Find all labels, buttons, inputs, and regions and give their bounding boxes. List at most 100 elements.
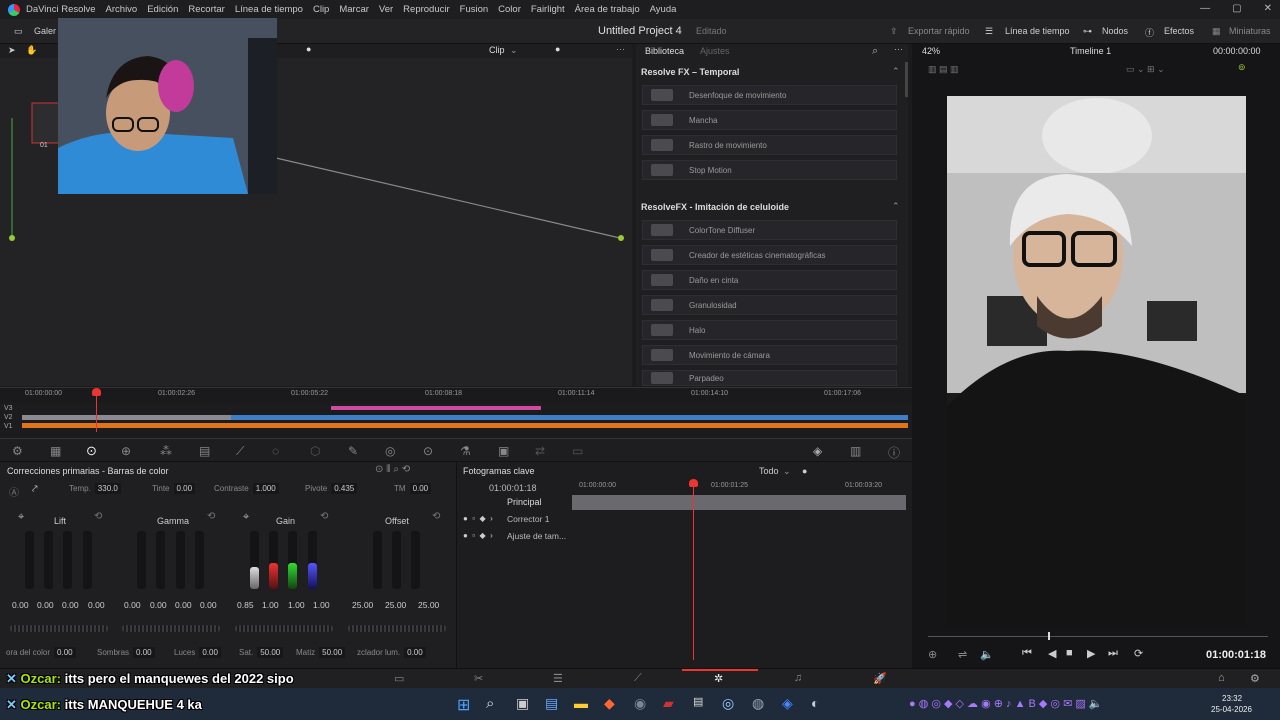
gain-g-value[interactable]: 1.00 xyxy=(288,600,305,610)
scrubber-playhead[interactable] xyxy=(1048,632,1050,640)
gain-y-value[interactable]: 0.85 xyxy=(237,600,254,610)
chevron-down-icon[interactable]: ⌄ xyxy=(783,466,791,477)
scrubber-track[interactable] xyxy=(928,636,1268,637)
app-icon[interactable]: ◈ xyxy=(782,695,793,712)
contrast-control[interactable]: Contraste 1.000 xyxy=(214,483,279,494)
kf-principal-track[interactable] xyxy=(572,495,906,510)
temp-control[interactable]: Temp. 330.0 xyxy=(69,483,121,494)
timeline-name[interactable]: Timeline 1 xyxy=(1070,46,1111,56)
gamma-r-bar[interactable] xyxy=(156,531,165,589)
hue-control[interactable]: Matiz 50.00 xyxy=(296,647,346,658)
curves-icon[interactable]: ⟋ xyxy=(236,444,244,459)
blur-icon[interactable]: ▣ xyxy=(498,444,509,458)
camera-raw-icon[interactable]: ⚙ xyxy=(12,444,23,458)
contrast-value[interactable]: 1.000 xyxy=(252,483,279,494)
gamma-reset-icon[interactable]: ⟲ xyxy=(207,511,215,522)
lift-b-bar[interactable] xyxy=(83,531,92,589)
obs-icon[interactable]: ◐ xyxy=(811,695,819,711)
section-film[interactable]: ResolveFX - Imitación de celuloide xyxy=(641,202,789,212)
menu-archivo[interactable]: Archivo xyxy=(106,4,138,15)
gamma-r-value[interactable]: 0.00 xyxy=(150,600,167,610)
more-icon[interactable]: ⋯ xyxy=(616,44,625,55)
rgb-mixer-icon[interactable]: ⁂ xyxy=(160,444,172,458)
explorer-icon[interactable]: ▬ xyxy=(574,695,588,711)
motion-effects-icon[interactable]: ▤ xyxy=(199,444,210,458)
lift-r-value[interactable]: 0.00 xyxy=(37,600,54,610)
color-page-icon[interactable]: ✲ xyxy=(714,672,723,685)
hand-icon[interactable]: ✋ xyxy=(26,45,37,56)
gain-r-bar[interactable] xyxy=(269,531,278,589)
menu-ayuda[interactable]: Ayuda xyxy=(650,4,677,15)
fusion-page-icon[interactable]: ⟋ xyxy=(634,672,642,685)
fx-item[interactable]: Daño en cinta xyxy=(642,270,897,290)
fx-item[interactable]: Stop Motion xyxy=(642,160,897,180)
more-icon[interactable]: ⋯ xyxy=(894,44,903,55)
menu-fusion[interactable]: Fusion xyxy=(460,4,489,15)
lift-r-bar[interactable] xyxy=(44,531,53,589)
play-icon[interactable]: ▶ xyxy=(1087,647,1095,660)
offset-b-value[interactable]: 25.00 xyxy=(418,600,439,610)
menu-clip[interactable]: Clip xyxy=(313,4,329,15)
lift-crosshair-icon[interactable]: ⌖ xyxy=(18,511,24,524)
offset-g-bar[interactable] xyxy=(392,531,401,589)
minimize-button[interactable]: — xyxy=(1200,3,1210,14)
fx-item[interactable]: Rastro de movimiento xyxy=(642,135,897,155)
gain-r-value[interactable]: 1.00 xyxy=(262,600,279,610)
gamma-g-value[interactable]: 0.00 xyxy=(175,600,192,610)
kf-row-sizing[interactable]: Ajuste de tam... xyxy=(507,531,566,541)
slider-knob-icon[interactable]: ● xyxy=(555,44,560,54)
gain-y-bar[interactable] xyxy=(250,531,259,589)
saturation-control[interactable]: Sat. 50.00 xyxy=(239,647,284,658)
temp-value[interactable]: 330.0 xyxy=(94,483,121,494)
menu-linea-tiempo[interactable]: Línea de tiempo xyxy=(235,4,303,15)
search-icon[interactable]: ⌕ xyxy=(872,45,878,58)
lum-mix-value[interactable]: 0.00 xyxy=(404,647,426,658)
steam-icon[interactable]: ◎ xyxy=(722,695,734,712)
menu-recortar[interactable]: Recortar xyxy=(188,4,224,15)
eyedropper-icon[interactable]: ⤤ xyxy=(32,484,38,495)
task-view-icon[interactable]: ▣ xyxy=(516,695,529,712)
windows-start-icon[interactable]: ⊞ xyxy=(457,695,470,715)
tint-control[interactable]: Tinte 0.00 xyxy=(152,483,196,494)
search-icon[interactable]: ⌕ xyxy=(486,695,494,712)
lift-g-bar[interactable] xyxy=(63,531,72,589)
lift-y-bar[interactable] xyxy=(25,531,34,589)
fx-item[interactable]: Creador de estéticas cinematográficas xyxy=(642,245,897,265)
gamma-y-bar[interactable] xyxy=(137,531,146,589)
kf-row-controls[interactable]: ● ▫ ◆ › xyxy=(463,514,493,523)
lift-jog-wheel[interactable] xyxy=(10,625,108,632)
pointer-icon[interactable]: ➤ xyxy=(8,45,16,56)
shadows-value[interactable]: 0.00 xyxy=(133,647,155,658)
thumbnails-button[interactable]: Miniaturas xyxy=(1229,26,1271,36)
media-page-icon[interactable]: ▭ xyxy=(394,672,404,685)
timeline-button[interactable]: Línea de tiempo xyxy=(1005,26,1070,36)
fx-item[interactable]: Desenfoque de movimiento xyxy=(642,85,897,105)
gallery-button[interactable]: Galer xyxy=(34,26,56,36)
kf-row-corrector[interactable]: Corrector 1 xyxy=(507,514,550,524)
sizing-icon[interactable]: ▭ xyxy=(572,444,583,458)
clip-v1[interactable] xyxy=(22,423,908,428)
pivot-value[interactable]: 0.435 xyxy=(331,483,358,494)
qualifier-icon[interactable]: ✎ xyxy=(348,444,358,458)
offset-jog-wheel[interactable] xyxy=(348,625,446,632)
effects-icon[interactable]: ⓕ xyxy=(1145,26,1154,39)
hue-value[interactable]: 50.00 xyxy=(319,647,346,658)
gamma-b-value[interactable]: 0.00 xyxy=(200,600,217,610)
tracker-icon[interactable]: ⊙ xyxy=(423,444,433,458)
maximize-button[interactable]: ▢ xyxy=(1232,3,1241,14)
nodes-button[interactable]: Nodos xyxy=(1102,26,1128,36)
menu-color[interactable]: Color xyxy=(498,4,521,15)
color-boost-value[interactable]: 0.00 xyxy=(54,647,76,658)
tray-icons[interactable]: ● ◍ ◎ ◆ ◇ ☁ ◉ ⊕ ♪ ▲ B ◆ ◎ ✉ ▨ 🔈 xyxy=(909,697,1103,710)
viewer-options-icon[interactable]: ▭ ⌄ ⊞ ⌄ xyxy=(1126,64,1165,75)
saturation-value[interactable]: 50.00 xyxy=(257,647,284,658)
section-temporal[interactable]: Resolve FX – Temporal xyxy=(641,67,739,77)
collapse-icon[interactable]: ⌃ xyxy=(892,201,900,212)
kf-row-controls[interactable]: ● ▫ ◆ › xyxy=(463,531,493,540)
fx-item[interactable]: Movimiento de cámara xyxy=(642,345,897,365)
loop-playback-icon[interactable]: ⟳ xyxy=(1134,647,1143,660)
thumbnails-icon[interactable]: ▦ xyxy=(1212,26,1221,37)
cut-page-icon[interactable]: ✂ xyxy=(474,672,483,685)
window-icon[interactable]: ◎ xyxy=(385,444,395,458)
pivot-control[interactable]: Pivote 0.435 xyxy=(305,483,358,494)
